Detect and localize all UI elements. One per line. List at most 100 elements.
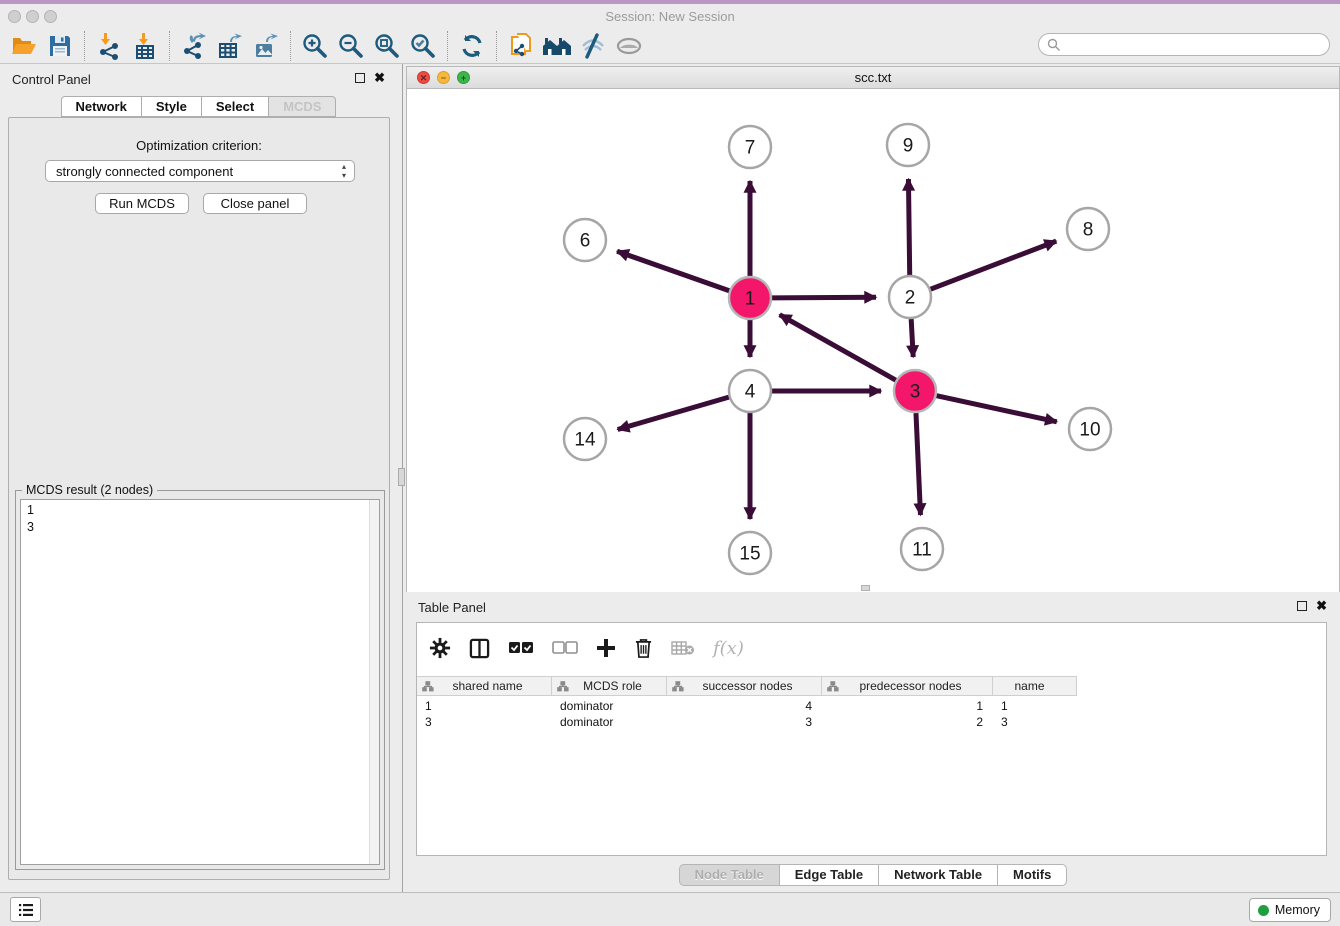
column-header-successor-nodes[interactable]: successor nodes [667, 677, 822, 695]
optimization-criterion-select[interactable]: strongly connected component ▴▾ [45, 160, 355, 182]
toolbar-separator [169, 31, 170, 61]
cell-successor-nodes[interactable]: 4 [667, 698, 822, 714]
table-panel: Table Panel ✖ [406, 592, 1340, 892]
mcds-result-scrollbar[interactable] [369, 500, 379, 864]
import-network-icon[interactable] [91, 31, 127, 61]
zoom-out-icon[interactable] [333, 31, 369, 61]
edge-1-6[interactable] [617, 251, 729, 290]
cell-MCDS-role[interactable]: dominator [552, 714, 667, 730]
network-canvas[interactable]: 1234678910111415 [407, 89, 1339, 592]
cell-shared-name[interactable]: 1 [417, 698, 552, 714]
close-table-panel-icon[interactable]: ✖ [1316, 598, 1327, 614]
float-table-panel-icon[interactable] [1297, 601, 1307, 611]
memory-button[interactable]: Memory [1249, 898, 1331, 922]
right-region: ✕ − + scc.txt 1234678910111415 Table Pan… [406, 64, 1340, 892]
memory-label: Memory [1275, 903, 1320, 917]
node-label-2: 2 [905, 288, 916, 309]
export-network-icon[interactable] [176, 31, 212, 61]
cell-name[interactable]: 1 [993, 698, 1077, 714]
node-label-10: 10 [1079, 420, 1100, 441]
edge-2-9[interactable] [908, 179, 909, 275]
tab-motifs[interactable]: Motifs [998, 864, 1067, 886]
vertical-splitter-handle[interactable] [398, 468, 405, 486]
table-toolbar: f(x) [417, 623, 1326, 673]
delete-table-icon [671, 640, 695, 656]
table-row[interactable]: 1dominator411 [417, 698, 1077, 714]
save-session-icon[interactable] [42, 31, 78, 61]
node-label-9: 9 [903, 136, 914, 157]
cell-MCDS-role[interactable]: dominator [552, 698, 667, 714]
memory-status-icon [1258, 905, 1269, 916]
node-label-7: 7 [745, 138, 756, 159]
zoom-selected-icon[interactable] [405, 31, 441, 61]
select-stepper-icon: ▴▾ [342, 162, 346, 180]
hide-selected-icon[interactable] [575, 31, 611, 61]
edge-1-2[interactable] [772, 297, 876, 298]
show-all-icon[interactable] [611, 31, 647, 61]
network-graph[interactable]: 1234678910111415 [407, 89, 1339, 592]
column-icon[interactable] [469, 638, 490, 659]
edge-2-3[interactable] [911, 319, 913, 357]
delete-icon[interactable] [634, 638, 653, 659]
horizontal-splitter-handle[interactable] [861, 585, 870, 591]
edge-3-11[interactable] [916, 413, 921, 515]
table-panel-header: Table Panel ✖ [406, 592, 1340, 622]
edge-3-1[interactable] [780, 315, 896, 381]
deselect-all-icon[interactable] [552, 641, 578, 655]
cell-name[interactable]: 3 [993, 714, 1077, 730]
function-icon: f(x) [713, 638, 744, 659]
column-header-MCDS-role[interactable]: MCDS role [552, 677, 667, 695]
gear-icon[interactable] [429, 637, 451, 659]
float-panel-icon[interactable] [355, 73, 365, 83]
close-panel-button[interactable]: Close panel [203, 193, 307, 214]
export-table-icon[interactable] [212, 31, 248, 61]
export-image-icon[interactable] [248, 31, 284, 61]
import-table-icon[interactable] [127, 31, 163, 61]
network-window-titlebar[interactable]: ✕ − + scc.txt [407, 67, 1339, 89]
run-mcds-button[interactable]: Run MCDS [95, 193, 189, 214]
toolbar-separator [84, 31, 85, 61]
new-network-from-selection-icon[interactable] [503, 31, 539, 61]
tab-network-table[interactable]: Network Table [879, 864, 998, 886]
close-panel-icon[interactable]: ✖ [374, 70, 385, 86]
tab-style[interactable]: Style [142, 96, 202, 117]
tab-mcds[interactable]: MCDS [269, 96, 336, 117]
column-header-name[interactable]: name [993, 677, 1077, 695]
cell-shared-name[interactable]: 3 [417, 714, 552, 730]
cell-predecessor-nodes[interactable]: 1 [822, 698, 993, 714]
select-all-icon[interactable] [508, 641, 534, 655]
search-input[interactable] [1061, 38, 1321, 52]
toolbar-separator [290, 31, 291, 61]
tab-edge-table[interactable]: Edge Table [780, 864, 879, 886]
zoom-fit-icon[interactable] [369, 31, 405, 61]
tab-node-table[interactable]: Node Table [679, 864, 780, 886]
column-header-shared-name[interactable]: shared name [417, 677, 552, 695]
first-neighbors-icon[interactable] [539, 31, 575, 61]
column-header-predecessor-nodes[interactable]: predecessor nodes [822, 677, 993, 695]
mcds-result-textarea[interactable]: 1 3 [20, 499, 380, 865]
task-history-button[interactable] [10, 897, 41, 922]
node-label-1: 1 [745, 289, 756, 310]
edge-4-14[interactable] [618, 397, 729, 429]
table-row[interactable]: 3dominator323 [417, 714, 1077, 730]
refresh-icon[interactable] [454, 31, 490, 61]
main-toolbar [0, 28, 1340, 64]
zoom-in-icon[interactable] [297, 31, 333, 61]
table-header-row[interactable]: shared nameMCDS rolesuccessor nodesprede… [417, 676, 1077, 696]
tab-select[interactable]: Select [202, 96, 269, 117]
open-session-icon[interactable] [6, 31, 42, 61]
add-icon[interactable] [596, 638, 616, 658]
edge-3-10[interactable] [936, 396, 1056, 422]
search-field[interactable] [1038, 33, 1330, 56]
cell-predecessor-nodes[interactable]: 2 [822, 714, 993, 730]
cell-successor-nodes[interactable]: 3 [667, 714, 822, 730]
tab-network[interactable]: Network [61, 96, 142, 117]
toolbar-separator [447, 31, 448, 61]
vertical-splitter[interactable] [397, 64, 406, 892]
edge-2-8[interactable] [931, 241, 1057, 289]
mcds-result-fieldset: MCDS result (2 nodes) 1 3 [15, 490, 385, 870]
mcds-result-title: MCDS result (2 nodes) [22, 483, 157, 497]
node-label-11: 11 [912, 540, 932, 561]
network-view-window: ✕ − + scc.txt 1234678910111415 [406, 66, 1340, 592]
toolbar-separator [496, 31, 497, 61]
